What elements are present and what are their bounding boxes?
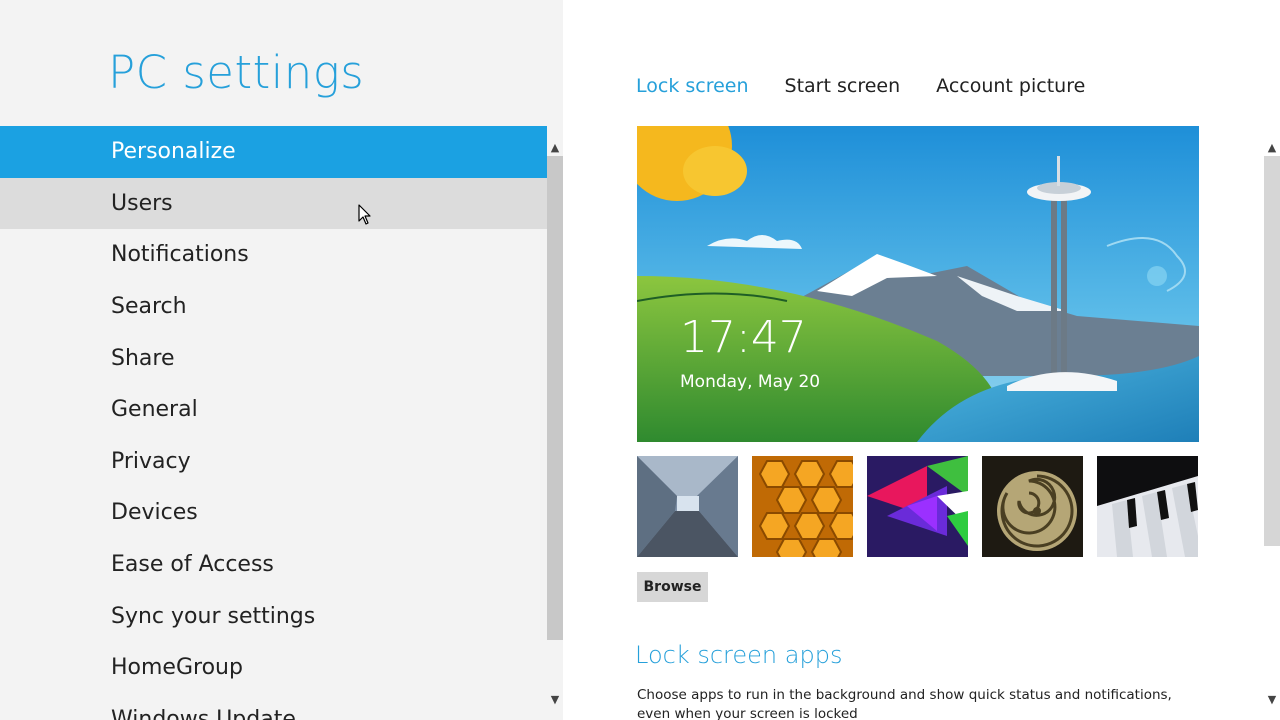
tab-account-picture[interactable]: Account picture (936, 75, 1085, 97)
honeycomb-image (752, 456, 853, 557)
lock-screen-date: Monday, May 20 (680, 372, 821, 392)
lock-screen-background-image (637, 126, 1199, 442)
sidebar-item-ease-of-access[interactable]: Ease of Access (0, 539, 547, 591)
scroll-up-icon[interactable]: ▲ (1264, 138, 1280, 156)
scroll-down-icon[interactable]: ▼ (1264, 690, 1280, 708)
thumbnail-geometric[interactable] (867, 456, 968, 557)
tab-start-screen[interactable]: Start screen (785, 75, 901, 97)
lock-screen-preview: 17:47 Monday, May 20 (637, 126, 1199, 442)
thumbnail-honeycomb[interactable] (752, 456, 853, 557)
thumbnail-piano[interactable] (1097, 456, 1198, 557)
tunnel-image (637, 456, 738, 557)
sidebar-item-share[interactable]: Share (0, 332, 547, 384)
sidebar-item-privacy[interactable]: Privacy (0, 436, 547, 488)
browse-button[interactable]: Browse (637, 572, 708, 602)
scroll-up-icon[interactable]: ▲ (547, 138, 563, 156)
lock-screen-apps-heading: Lock screen apps (635, 641, 843, 669)
content-scrollbar[interactable]: ▲ ▼ (1264, 126, 1280, 720)
geometric-image (867, 456, 968, 557)
settings-sidebar: PC settings Personalize Users Notificati… (0, 0, 563, 720)
background-thumbnails (637, 456, 1198, 557)
sidebar-item-notifications[interactable]: Notifications (0, 229, 547, 281)
lock-screen-apps-description: Choose apps to run in the background and… (637, 687, 1172, 720)
nav-list: Personalize Users Notifications Search S… (0, 126, 547, 720)
scroll-down-icon[interactable]: ▼ (547, 690, 563, 708)
sidebar-item-search[interactable]: Search (0, 281, 547, 333)
content-scroll-thumb[interactable] (1264, 156, 1280, 546)
thumbnail-nautilus[interactable] (982, 456, 1083, 557)
piano-keys-image (1097, 456, 1198, 557)
sidebar-item-personalize[interactable]: Personalize (0, 126, 547, 178)
sidebar-scrollbar[interactable]: ▲ ▼ (547, 126, 563, 720)
sidebar-item-homegroup[interactable]: HomeGroup (0, 642, 547, 694)
sidebar-item-users[interactable]: Users (0, 177, 547, 230)
mouse-cursor-icon (358, 204, 371, 225)
app-title: PC settings (108, 46, 365, 99)
tab-bar: Lock screen Start screen Account picture (636, 75, 1085, 97)
settings-content: Lock screen Start screen Account picture (563, 0, 1280, 720)
lock-screen-time: 17:47 (680, 312, 807, 363)
sidebar-item-devices[interactable]: Devices (0, 487, 547, 539)
sidebar-item-sync-settings[interactable]: Sync your settings (0, 590, 547, 642)
tab-lock-screen[interactable]: Lock screen (636, 75, 749, 97)
nautilus-shell-image (982, 456, 1083, 557)
sidebar-scroll-thumb[interactable] (547, 156, 563, 640)
thumbnail-tunnel[interactable] (637, 456, 738, 557)
sidebar-item-windows-update[interactable]: Windows Update (0, 694, 547, 720)
sidebar-item-general[interactable]: General (0, 384, 547, 436)
